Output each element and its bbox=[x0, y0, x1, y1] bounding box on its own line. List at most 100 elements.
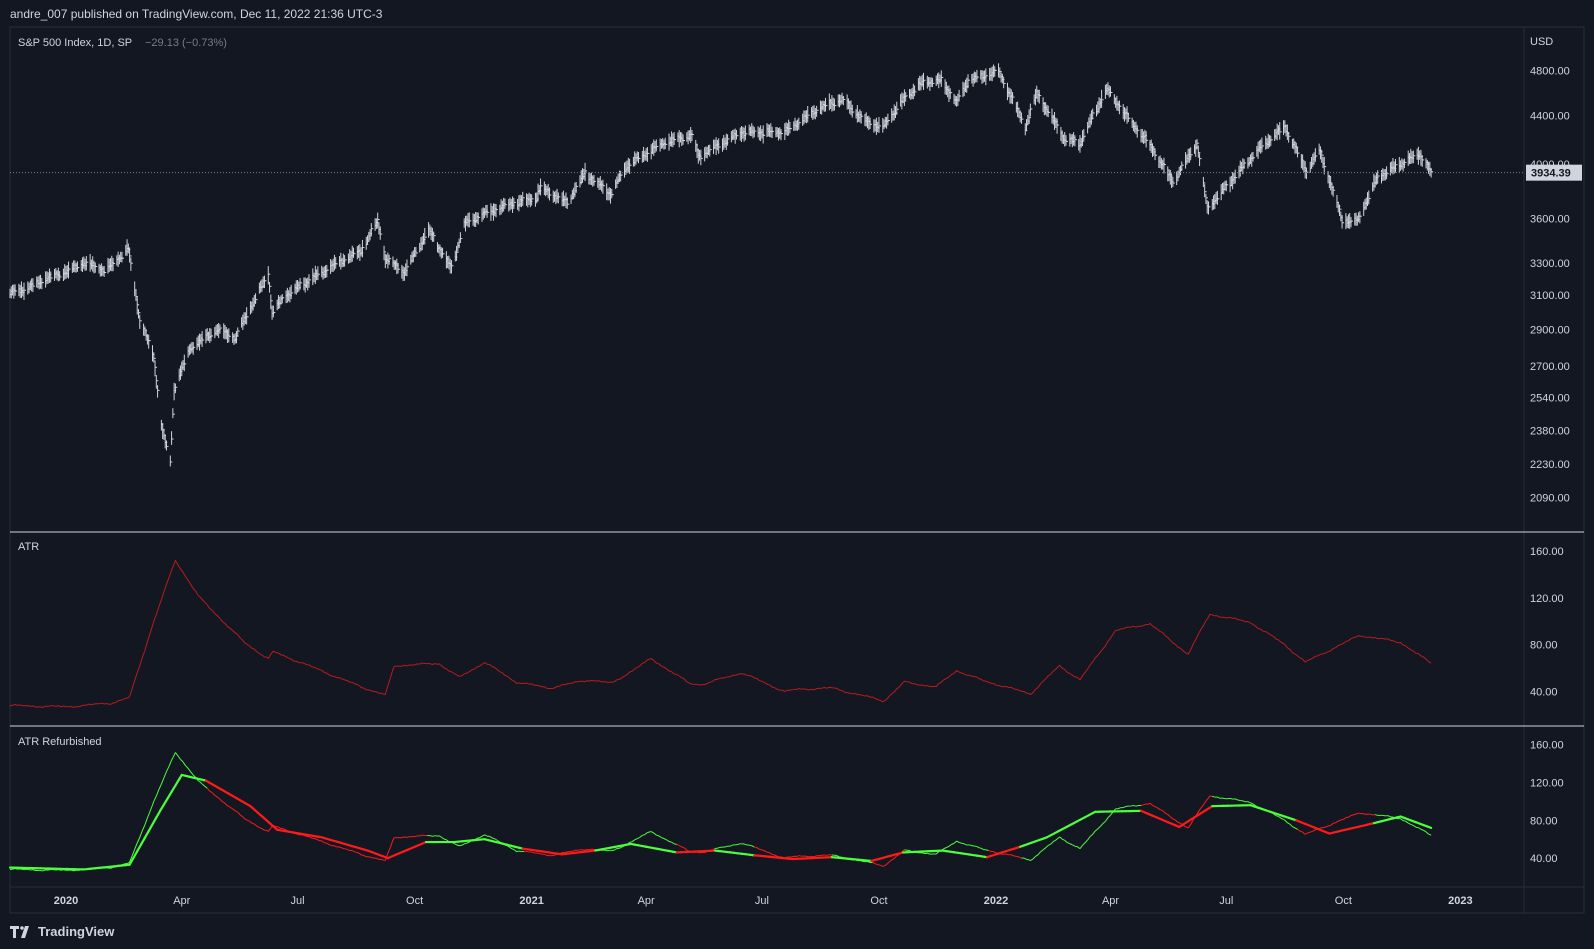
atr-refurbished-raw-segment bbox=[749, 844, 752, 847]
atr-refurbished-raw-segment bbox=[1133, 805, 1137, 807]
price-legend-title: S&P 500 Index, 1D, SP bbox=[18, 37, 132, 49]
atr-refurbished-raw-segment bbox=[1307, 831, 1311, 834]
atr-refurbished-raw-segment bbox=[647, 831, 651, 834]
atr-tick-label: 160.00 bbox=[1530, 546, 1564, 558]
atr-refurbished-raw-segment bbox=[759, 848, 763, 851]
atr-refurbished-raw-segment bbox=[27, 868, 31, 871]
atr-refurbished-raw-segment bbox=[344, 848, 348, 850]
atr-refurbished-raw-segment bbox=[1340, 818, 1344, 821]
time-tick-label: 2022 bbox=[984, 895, 1008, 907]
atr-refurbished-raw-segment bbox=[1140, 804, 1144, 807]
atr-refurbished-raw-segment bbox=[1209, 795, 1213, 797]
footer: TradingView bbox=[10, 924, 114, 939]
atr-refurbished-raw-segment bbox=[406, 836, 410, 838]
tradingview-logo-icon bbox=[10, 925, 29, 938]
atr-refurbished-raw-segment bbox=[464, 842, 467, 845]
price-tick-label: 3300.00 bbox=[1530, 258, 1570, 270]
atr-refurbished-raw-segment bbox=[577, 849, 581, 851]
atr-refurbished-raw-segment bbox=[771, 853, 775, 856]
time-tick-label: Oct bbox=[870, 895, 887, 907]
atr-refurbished-raw-segment bbox=[821, 854, 825, 856]
atr-refurbished-tick-label: 120.00 bbox=[1530, 778, 1564, 790]
atr-refurbished-smooth-segment bbox=[1426, 825, 1433, 829]
chart-area[interactable]: 4800.004400.004000.003600.003300.003100.… bbox=[0, 0, 1594, 949]
time-tick-label: Oct bbox=[1335, 895, 1352, 907]
atr-refurbished-tick-label: 160.00 bbox=[1530, 740, 1564, 752]
atr-refurbished-raw-segment bbox=[806, 855, 810, 858]
atr-refurbished-raw-segment bbox=[974, 845, 978, 848]
atr-refurbished-raw-segment bbox=[1327, 824, 1331, 827]
price-tick-label: 2700.00 bbox=[1530, 361, 1570, 373]
price-tick-label: 2540.00 bbox=[1530, 392, 1570, 404]
price-legend-change: −29.13 (−0.73%) bbox=[145, 37, 227, 49]
atr-refurbished-raw-segment bbox=[371, 856, 374, 859]
atr-refurbished-raw-segment bbox=[1345, 816, 1349, 819]
atr-refurbished-raw-segment bbox=[1362, 813, 1366, 815]
atr-refurbished-raw-segment bbox=[1212, 795, 1215, 798]
time-tick-label: 2023 bbox=[1448, 895, 1472, 907]
time-tick-label: 2021 bbox=[519, 895, 543, 907]
atr-refurbished-raw-segment bbox=[1074, 845, 1078, 848]
atr-tick-label: 40.00 bbox=[1530, 687, 1558, 699]
atr-refurbished-raw-segment bbox=[808, 855, 812, 858]
atr-refurbished-raw-segment bbox=[567, 850, 570, 853]
time-tick-label: Apr bbox=[173, 895, 190, 907]
atr-refurbished-raw-segment bbox=[1358, 812, 1361, 815]
price-tick-label: 3100.00 bbox=[1530, 290, 1570, 302]
atr-refurbished-raw-segment bbox=[476, 837, 480, 839]
atr-refurbished-raw-segment bbox=[1016, 855, 1020, 858]
chart-frame bbox=[9, 26, 1585, 914]
atr-refurbished-raw-segment bbox=[324, 842, 327, 844]
time-tick-label: Apr bbox=[638, 895, 655, 907]
atr-refurbished-raw-segment bbox=[354, 851, 358, 853]
last-price-label: 3934.39 bbox=[1531, 168, 1571, 180]
atr-refurbished-raw-segment bbox=[1130, 805, 1134, 807]
atr-refurbished-tick-label: 40.00 bbox=[1530, 853, 1558, 865]
atr-refurbished-legend-title: ATR Refurbished bbox=[18, 736, 102, 748]
atr-refurbished-raw-segment bbox=[824, 854, 827, 856]
atr-refurbished-raw-segment bbox=[1353, 813, 1357, 816]
atr-refurbished-raw-segment bbox=[961, 842, 965, 845]
atr-refurbished-raw-segment bbox=[588, 848, 592, 851]
atr-refurbished-raw-segment bbox=[539, 853, 542, 855]
price-tick-label: 2380.00 bbox=[1530, 426, 1570, 438]
price-currency: USD bbox=[1530, 36, 1553, 48]
atr-tick-label: 80.00 bbox=[1530, 640, 1558, 652]
price-tick-label: 2230.00 bbox=[1530, 459, 1570, 471]
atr-refurbished-raw-segment bbox=[668, 840, 672, 843]
atr-refurbished-raw-segment bbox=[429, 835, 433, 837]
atr-refurbished-raw-segment bbox=[1135, 804, 1139, 807]
atr-refurbished-raw-segment bbox=[604, 849, 607, 852]
atr-refurbished-raw-segment bbox=[798, 855, 802, 857]
time-tick-label: Jul bbox=[291, 895, 305, 907]
price-tick-label: 4800.00 bbox=[1530, 66, 1570, 78]
atr-refurbished-raw-segment bbox=[611, 849, 615, 852]
atr-refurbished-raw-segment bbox=[20, 868, 23, 870]
atr-refurbished-raw-segment bbox=[198, 780, 200, 782]
atr-refurbished-raw-segment bbox=[797, 855, 800, 857]
atr-refurbished-raw-segment bbox=[1222, 797, 1226, 800]
atr-refurbished-tick-label: 80.00 bbox=[1530, 815, 1558, 827]
atr-refurbished-raw-segment bbox=[518, 850, 522, 853]
time-tick-label: Jul bbox=[755, 895, 769, 907]
atr-refurbished-raw-segment bbox=[551, 854, 555, 857]
atr-refurbished-raw-segment bbox=[1283, 819, 1286, 821]
footer-brand: TradingView bbox=[38, 924, 115, 939]
atr-refurbished-raw-segment bbox=[656, 834, 659, 837]
atr-refurbished-raw-segment bbox=[1403, 820, 1406, 822]
atr-refurbished-raw-segment bbox=[526, 850, 530, 853]
atr-legend-title: ATR bbox=[18, 541, 39, 553]
time-tick-label: Jul bbox=[1219, 895, 1233, 907]
price-tick-label: 2900.00 bbox=[1530, 324, 1570, 336]
atr-refurbished-raw-segment bbox=[826, 854, 830, 856]
time-tick-label: Apr bbox=[1102, 895, 1119, 907]
time-tick-label: 2020 bbox=[54, 895, 78, 907]
atr-refurbished-raw-segment bbox=[341, 847, 345, 850]
atr-tick-label: 120.00 bbox=[1530, 593, 1564, 605]
atr-refurbished-raw-segment bbox=[877, 864, 881, 866]
price-tick-label: 4400.00 bbox=[1530, 110, 1570, 122]
price-tick-label: 3600.00 bbox=[1530, 213, 1570, 225]
time-tick-label: Oct bbox=[406, 895, 423, 907]
atr-refurbished-raw-segment bbox=[368, 856, 372, 858]
atr-refurbished-raw-segment bbox=[985, 849, 989, 851]
